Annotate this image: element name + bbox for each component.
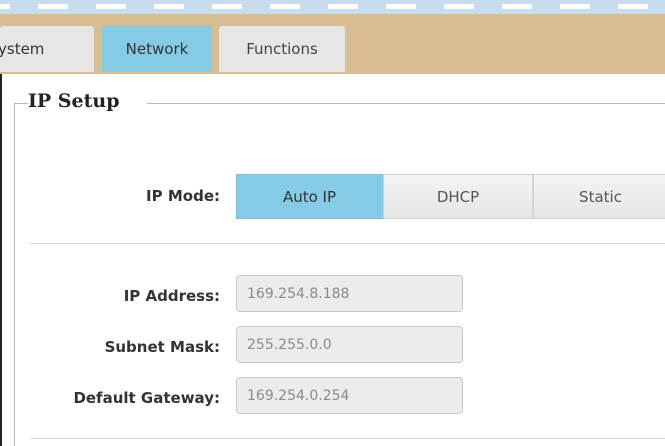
tab-bar: ystem Network Functions xyxy=(0,14,665,74)
strip-dash xyxy=(502,4,532,9)
ip-mode-option-label: Auto IP xyxy=(282,187,337,206)
ip-mode-option-label: DHCP xyxy=(436,187,480,206)
section-title: IP Setup xyxy=(28,90,122,112)
strip-dash xyxy=(560,4,590,9)
fieldset-border xyxy=(14,103,15,446)
tab-network[interactable]: Network xyxy=(102,26,212,72)
fieldset-border xyxy=(147,103,665,104)
strip-dash xyxy=(270,4,300,9)
subnet-mask-value: 255.255.0.0 xyxy=(247,336,332,353)
tab-system-label: ystem xyxy=(0,40,45,58)
ip-address-value: 169.254.8.188 xyxy=(247,285,350,302)
strip-dash xyxy=(212,4,242,9)
tab-functions-label: Functions xyxy=(246,40,318,58)
divider xyxy=(30,438,665,439)
network-panel: IP Setup IP Mode: Auto IP DHCP Static IP… xyxy=(0,74,665,446)
subnet-mask-field[interactable]: 255.255.0.0 xyxy=(236,326,463,363)
tab-system[interactable]: ystem xyxy=(0,26,94,72)
ip-address-field[interactable]: 169.254.8.188 xyxy=(236,275,463,312)
ip-mode-label: IP Mode: xyxy=(146,187,220,205)
strip-dash xyxy=(38,4,68,9)
strip-dash xyxy=(0,4,10,9)
strip-dash xyxy=(618,4,648,9)
tab-functions[interactable]: Functions xyxy=(219,26,345,72)
ip-mode-auto-ip-button[interactable]: Auto IP xyxy=(236,174,383,219)
ip-mode-option-label: Static xyxy=(579,187,622,206)
strip-dash xyxy=(328,4,358,9)
strip-dash xyxy=(444,4,474,9)
default-gateway-field[interactable]: 169.254.0.254 xyxy=(236,377,463,414)
top-strip xyxy=(0,0,665,14)
strip-dash xyxy=(386,4,416,9)
ip-mode-static-button[interactable]: Static xyxy=(533,174,665,219)
tab-network-label: Network xyxy=(125,40,189,58)
ip-mode-dhcp-button[interactable]: DHCP xyxy=(383,174,533,219)
default-gateway-label: Default Gateway: xyxy=(73,389,220,407)
strip-dash xyxy=(96,4,126,9)
divider xyxy=(30,243,665,244)
fieldset-border xyxy=(14,103,28,104)
subnet-mask-label: Subnet Mask: xyxy=(104,338,220,356)
ip-address-label: IP Address: xyxy=(123,287,220,305)
strip-dash xyxy=(154,4,184,9)
default-gateway-value: 169.254.0.254 xyxy=(247,387,350,404)
